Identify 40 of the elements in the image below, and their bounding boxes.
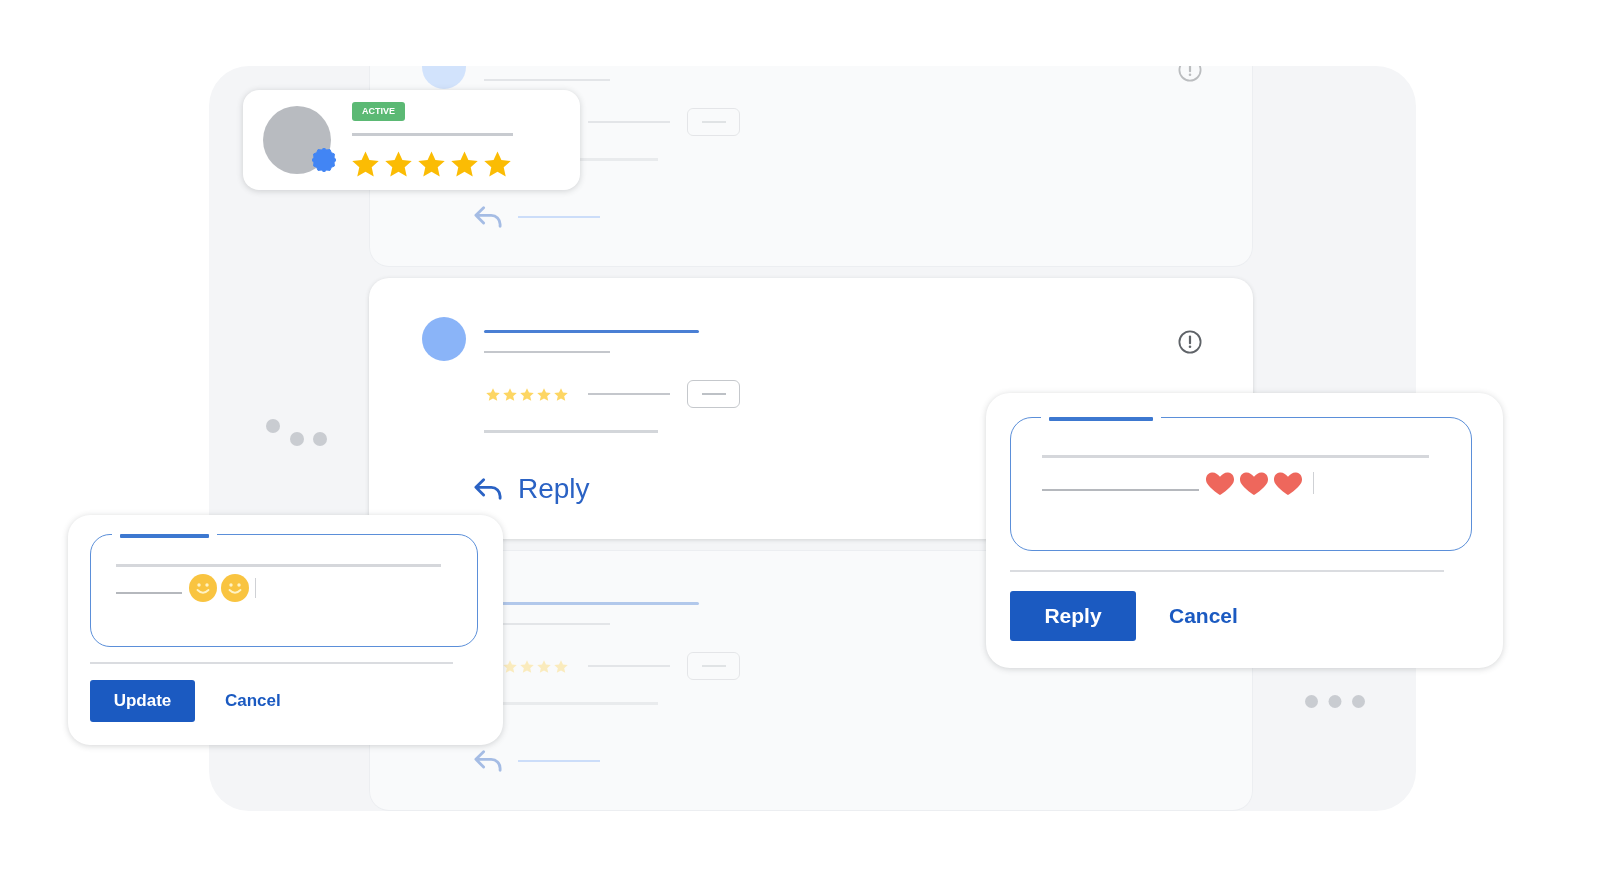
star-icon [451,151,478,177]
star-icon [385,151,412,177]
star-icon [486,387,500,401]
alert-icon [1178,330,1202,354]
star-icon [352,151,379,177]
chip-icon [687,652,740,680]
heart-icon [1238,469,1269,497]
heart-icon [1204,469,1235,497]
smiley-icon [188,574,217,602]
star-icon [554,387,568,401]
text-cursor [1312,471,1314,494]
cancel-button[interactable]: Cancel [1169,603,1238,628]
text-cursor [254,578,256,598]
star-icon [554,659,568,673]
reply-arrow-icon [474,750,502,772]
star-icon [520,659,534,673]
star-icon [503,387,517,401]
star-icon [537,387,551,401]
chip-icon [687,108,740,136]
edit-field[interactable] [90,534,478,647]
reply-link[interactable]: Reply [474,472,590,506]
typing-dots-icon [266,419,327,446]
star-icon [537,659,551,673]
star-icon [484,151,511,177]
reply-field[interactable] [1010,417,1472,551]
cancel-button[interactable]: Cancel [225,691,281,711]
star-icon [503,659,517,673]
smiley-icon [220,574,249,602]
reply-arrow-icon [474,478,502,500]
reply-button[interactable]: Reply [1010,590,1136,641]
text-line [115,592,182,594]
heart-icon [1272,469,1303,497]
typing-dots-icon [1305,695,1365,708]
star-icon [418,151,445,177]
chip-icon [687,380,740,408]
star-icon [520,387,534,401]
status-badge: ACTIVE [352,102,405,121]
reply-arrow-icon [474,206,502,228]
avatar [422,317,466,361]
update-button[interactable]: Update [90,680,195,722]
